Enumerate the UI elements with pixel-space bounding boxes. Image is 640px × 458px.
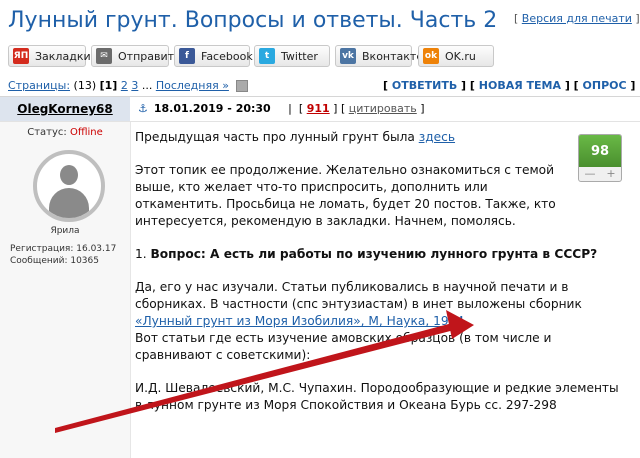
print-version-link[interactable]: Версия для печати [522,12,632,25]
post-paragraph: Предыдущая часть про лунный грунт была з… [135,129,625,146]
pages-label[interactable]: Страницы: [8,79,70,92]
current-page: [1] [99,79,118,92]
share-label: Twitter [281,49,318,63]
status-offline: Offline [69,127,103,138]
new-topic-button[interactable]: НОВАЯ ТЕМА [479,79,561,92]
msgs-label: Сообщений: [10,256,71,266]
anchor-icon[interactable]: ⚓ [138,102,148,115]
avatar-body-icon [49,188,89,218]
reg-date: 16.03.17 [76,244,117,254]
status-label: Статус: [27,127,70,138]
twitter-icon: t [259,48,275,64]
pagination: Страницы: (13) [1] 2 3 ... Последняя » [8,79,249,92]
page-2-link[interactable]: 2 [121,79,128,92]
print-bracket-close: ] [631,12,640,25]
avatar-head-icon [60,165,78,185]
share-ok-button[interactable]: ok OK.ru [418,45,494,67]
share-label: OK.ru [445,49,476,63]
share-label: Закладки [35,49,91,63]
facebook-icon: f [179,48,195,64]
odnoklassniki-icon: ok [423,48,439,64]
user-rank: Ярила [50,226,80,236]
reply-button[interactable]: ОТВЕТИТЬ [392,79,457,92]
topic-actions: [ ОТВЕТИТЬ ] [ НОВАЯ ТЕМА ] [ ОПРОС ] [383,79,636,92]
share-twitter-button[interactable]: t Twitter [254,45,330,67]
post-body: Предыдущая часть про лунный грунт была з… [135,129,625,430]
previous-part-link[interactable]: здесь [419,130,455,144]
post-meta: ⚓ 18.01.2019 - 20:30 | [ 911 ] [ цитирова… [138,102,425,115]
post-date: 18.01.2019 - 20:30 [153,102,271,115]
share-label: Вконтакте [362,49,424,63]
book-link[interactable]: «Лунный грунт из Моря Изобилия», М, Наук… [135,314,468,328]
share-vkontakte-button[interactable]: vk Вконтакте [335,45,423,67]
share-label: Facebook [201,49,253,63]
print-version: [ Версия для печати ] [514,12,640,25]
question-number: 1. [135,247,151,261]
author-name[interactable]: OlegKorney68 [0,102,130,116]
user-status: Статус: Offline [0,127,130,138]
poll-button[interactable]: ОПРОС [583,79,627,92]
post-paragraph: И.Д. Шевалеевский, М.С. Чупахин. Породоо… [135,381,619,412]
print-bracket-open: [ [514,12,522,25]
yandex-bookmarks-icon: ЯП [13,48,29,64]
post-text: Предыдущая часть про лунный грунт была [135,130,419,144]
last-page-link[interactable]: Последняя » [156,79,229,92]
share-label: Отправить [118,49,181,63]
avatar[interactable] [33,150,105,222]
post-paragraph: Вот статьи где есть изучение амовских об… [135,331,552,362]
post-paragraph: Этот топик ее продолжение. Желательно оз… [135,163,556,228]
pages-count: (13) [70,79,100,92]
user-stats: Регистрация: 16.03.17 Сообщений: 10365 [10,243,116,267]
quote-link[interactable]: цитировать [349,102,417,115]
post-text: Да, его у нас изучали. Статьи публиковал… [135,280,582,311]
question-text: Вопрос: А есть ли работы по изучению лун… [150,247,598,261]
post-number-link[interactable]: 911 [307,102,330,115]
post-paragraph: Да, его у нас изучали. Статьи публиковал… [135,279,625,330]
vk-icon: vk [340,48,356,64]
reg-label: Регистрация: [10,244,77,254]
share-bookmarks-button[interactable]: ЯП Закладки [8,45,91,67]
mail-icon: ✉ [96,48,112,64]
pages-ellipsis: ... [138,79,156,92]
share-send-button[interactable]: ✉ Отправить [91,45,181,67]
topic-title: Лунный грунт. Вопросы и ответы. Часть 2 [8,8,498,33]
msgs-count: 10365 [70,256,99,266]
share-facebook-button[interactable]: f Facebook [174,45,253,67]
goto-page-icon[interactable] [236,80,249,92]
question-paragraph: 1. Вопрос: А есть ли работы по изучению … [135,246,625,263]
